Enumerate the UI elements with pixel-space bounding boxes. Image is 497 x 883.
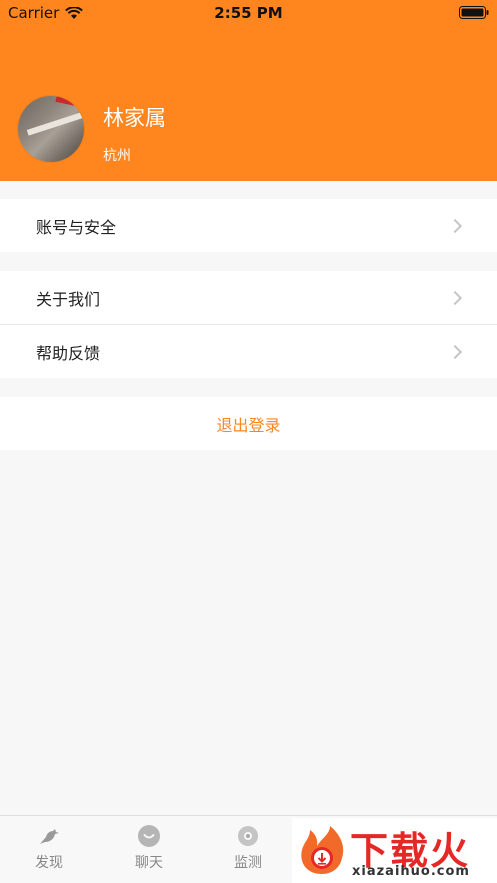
tab-chat[interactable]: 聊天 bbox=[119, 824, 179, 872]
tab-discover[interactable]: 发现 bbox=[19, 824, 79, 872]
watermark: 下载火 xiazaihuo.com bbox=[292, 818, 497, 883]
menu-item-label: 帮助反馈 bbox=[36, 343, 101, 363]
user-name: 林家属 bbox=[103, 106, 166, 130]
avatar-photo-stripe bbox=[26, 108, 84, 136]
menu-item-account-security[interactable]: 账号与安全 bbox=[0, 199, 497, 252]
menu-item-label: 账号与安全 bbox=[36, 217, 117, 237]
chevron-right-icon bbox=[447, 218, 463, 233]
chevron-right-icon bbox=[447, 344, 463, 359]
user-city: 杭州 bbox=[103, 148, 131, 164]
flame-logo-icon bbox=[301, 826, 344, 874]
logout-group: 退出登录 bbox=[0, 397, 497, 450]
tab-label: 聊天 bbox=[135, 855, 163, 871]
bird-icon bbox=[40, 829, 59, 844]
status-time: 2:55 PM bbox=[214, 4, 283, 22]
chat-icon bbox=[138, 825, 160, 847]
status-bar: Carrier 2:55 PM bbox=[0, 0, 497, 28]
tab-label: 监测 bbox=[234, 855, 262, 871]
tab-monitor[interactable]: 监测 bbox=[218, 824, 278, 872]
app-screen: 林家属 杭州 Carrier 2:55 PM 账号与安全 关于我们 帮助反馈 退… bbox=[0, 0, 497, 883]
menu-item-help-feedback[interactable]: 帮助反馈 bbox=[0, 324, 497, 378]
watermark-url: xiazaihuo.com bbox=[352, 864, 470, 879]
avatar[interactable] bbox=[18, 96, 84, 162]
menu-group-account: 账号与安全 bbox=[0, 199, 497, 252]
menu-item-about-us[interactable]: 关于我们 bbox=[0, 271, 497, 324]
tab-label: 发现 bbox=[35, 855, 63, 871]
logout-button[interactable]: 退出登录 bbox=[0, 397, 497, 450]
battery-icon bbox=[459, 6, 489, 19]
menu-group-info: 关于我们 帮助反馈 bbox=[0, 271, 497, 378]
avatar-photo-detail bbox=[55, 96, 84, 111]
chevron-right-icon bbox=[447, 290, 463, 305]
menu-item-label: 关于我们 bbox=[36, 289, 101, 309]
monitor-icon bbox=[238, 826, 258, 846]
